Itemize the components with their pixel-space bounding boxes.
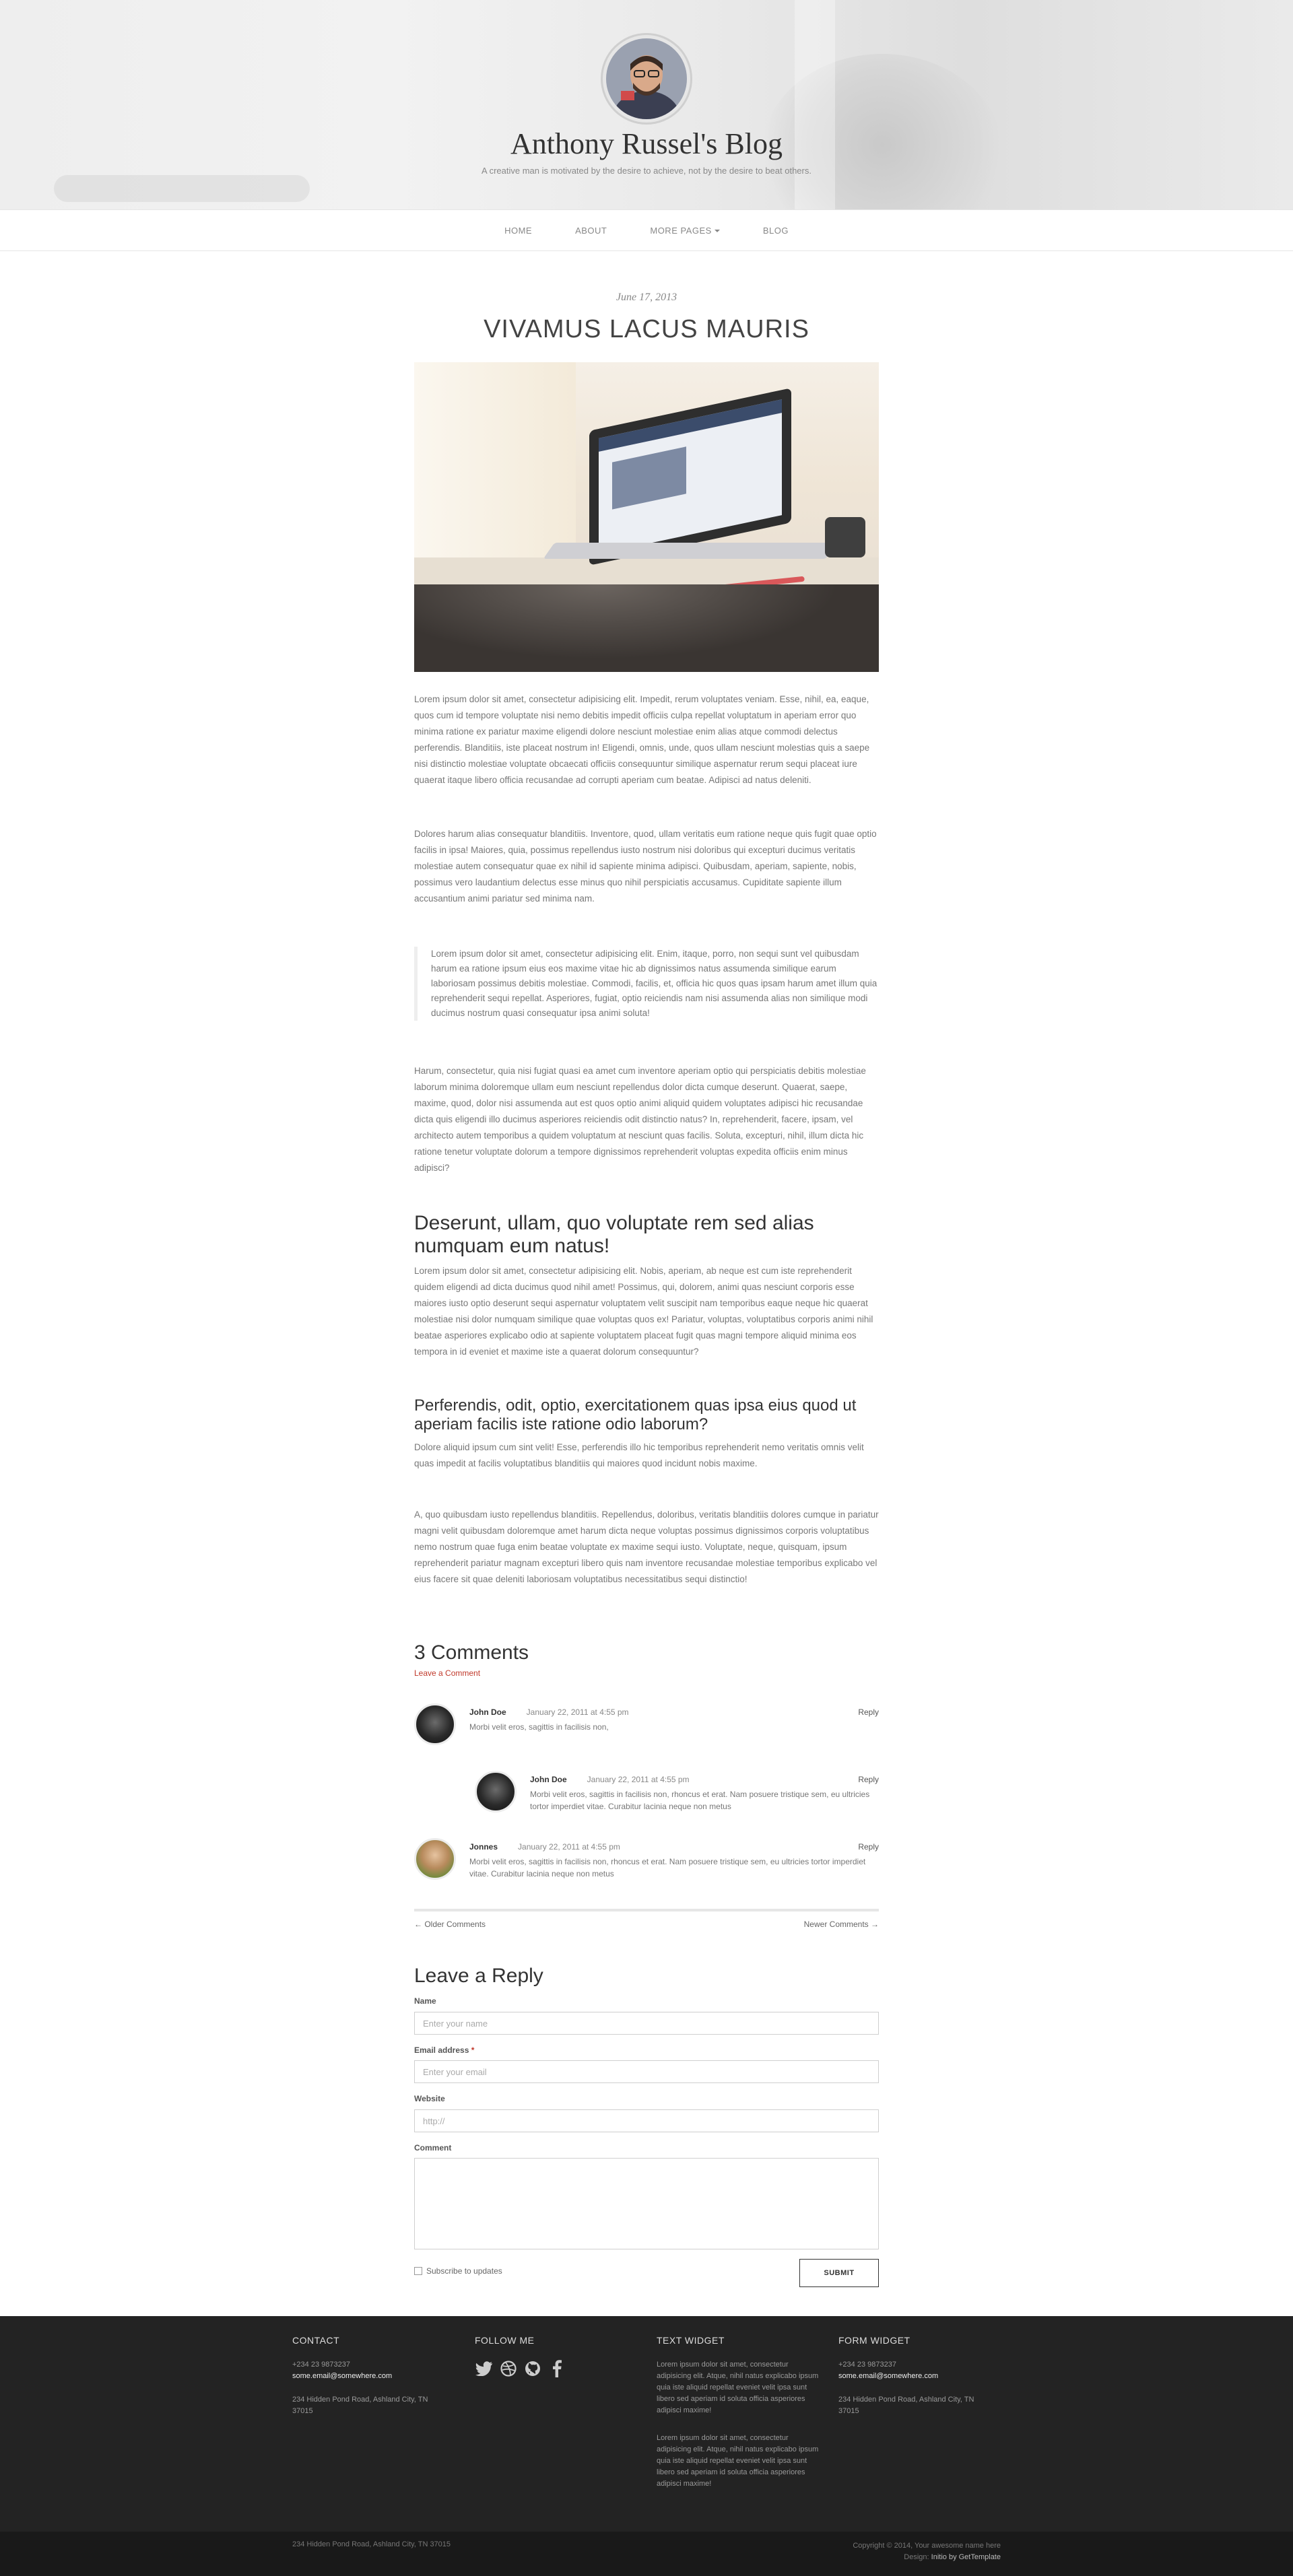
facebook-icon[interactable] — [548, 2359, 566, 2378]
github-icon[interactable] — [523, 2359, 542, 2378]
email-field[interactable] — [414, 2060, 879, 2083]
comments-title: 3 Comments — [414, 1641, 529, 1664]
subscribe-label: Subscribe to updates — [426, 2266, 502, 2276]
footer-form-widget-title: FORM WIDGET — [838, 2335, 910, 2346]
footer-form-widget: FORM WIDGET +234 23 9873237 some.email@s… — [838, 2335, 1007, 2417]
comment: John Doe January 22, 2011 at 4:55 pm Reply… — [414, 1703, 879, 1745]
footer-contact: CONTACT +234 23 9873237 some.email@somew… — [292, 2335, 461, 2417]
twitter-icon[interactable] — [475, 2359, 494, 2378]
leave-comment-link[interactable]: Leave a Comment — [414, 1668, 480, 1678]
email-label-text: Email address — [414, 2045, 469, 2055]
author-photo — [606, 38, 687, 119]
form-widget-phone: +234 23 9873237 — [838, 2361, 896, 2369]
blog-tagline: A creative man is motivated by the desir… — [482, 166, 811, 176]
nav-more-pages-label: MORE PAGES — [650, 225, 712, 236]
avatar — [414, 1703, 456, 1745]
comment-author[interactable]: John Doe — [530, 1775, 567, 1784]
text-widget-paragraph: Lorem ipsum dolor sit amet, consectetur … — [657, 2361, 819, 2414]
post-subheading: Perferendis, odit, optio, exercitationem… — [414, 1396, 857, 1433]
design-brand-link[interactable]: Initio by GetTemplate — [931, 2553, 1001, 2561]
post-subheading: Deserunt, ullam, quo voluptate rem sed a… — [414, 1212, 814, 1257]
nav-more-pages[interactable]: MORE PAGES — [650, 225, 720, 236]
comment-text: Morbi velit eros, sagittis in facilisis … — [530, 1790, 870, 1811]
main-nav: HOME ABOUT MORE PAGES BLOG — [0, 209, 1293, 251]
contact-address: 234 Hidden Pond Road, Ashland City, TN 3… — [292, 2396, 428, 2415]
post-blockquote: Lorem ipsum dolor sit amet, consectetur … — [414, 947, 879, 1021]
comment-textarea[interactable] — [414, 2158, 879, 2249]
reply-link[interactable]: Reply — [858, 1842, 879, 1852]
nav-blog[interactable]: BLOG — [763, 226, 789, 236]
name-label: Name — [414, 1996, 436, 2006]
comment: John Doe January 22, 2011 at 4:55 pm Reply… — [475, 1771, 879, 1812]
comment-text: Morbi velit eros, sagittis in facilisis … — [469, 1857, 866, 1878]
footer-copyright: Copyright © 2014, Your awesome name here… — [853, 2540, 1001, 2563]
text-widget-paragraph: Lorem ipsum dolor sit amet, consectetur … — [657, 2434, 819, 2488]
comment: Jonnes January 22, 2011 at 4:55 pm Reply M… — [414, 1838, 879, 1880]
avatar — [414, 1838, 456, 1880]
footer-text-widget: TEXT WIDGET Lorem ipsum dolor sit amet, … — [657, 2335, 825, 2490]
post-paragraph: Dolore aliquid ipsum cum sint velit! Ess… — [414, 1442, 864, 1468]
post-paragraph: Lorem ipsum dolor sit amet, consectetur … — [414, 1266, 873, 1357]
nav-home[interactable]: HOME — [504, 226, 532, 236]
footer-follow-title: FOLLOW ME — [475, 2335, 535, 2346]
image-chair — [414, 584, 879, 672]
avatar — [475, 1771, 517, 1812]
copyright-text: Copyright © 2014, Your awesome name here — [853, 2542, 1001, 2550]
subscribe-option[interactable]: Subscribe to updates — [414, 2266, 502, 2276]
reply-title: Leave a Reply — [414, 1965, 543, 1987]
website-label: Website — [414, 2094, 445, 2103]
comment-date: January 22, 2011 at 4:55 pm — [526, 1707, 629, 1717]
nav-about[interactable]: ABOUT — [575, 226, 607, 236]
footer-text-widget-title: TEXT WIDGET — [657, 2335, 725, 2346]
image-desk — [414, 557, 879, 584]
contact-phone: +234 23 9873237 — [292, 2361, 350, 2369]
post-paragraph: Dolores harum alias consequatur blanditi… — [414, 829, 877, 904]
dribbble-icon[interactable] — [499, 2359, 518, 2378]
reply-link[interactable]: Reply — [858, 1775, 879, 1784]
footer-follow: FOLLOW ME — [475, 2335, 643, 2378]
comments-pager: ← Older Comments Newer Comments → — [414, 1909, 879, 1929]
image-laptop-base — [543, 543, 838, 559]
footer — [0, 2316, 1293, 2532]
footer-contact-title: CONTACT — [292, 2335, 340, 2346]
post-title[interactable]: VIVAMUS LACUS MAURIS — [414, 315, 879, 344]
website-field[interactable] — [414, 2109, 879, 2132]
form-widget-email[interactable]: some.email@somewhere.com — [838, 2371, 1007, 2382]
reply-link[interactable]: Reply — [858, 1707, 879, 1717]
older-comments-link[interactable]: ← Older Comments — [414, 1920, 486, 1929]
post-paragraph: Harum, consectetur, quia nisi fugiat qua… — [414, 1066, 866, 1173]
comment-date: January 22, 2011 at 4:55 pm — [518, 1842, 620, 1852]
post-paragraph: Lorem ipsum dolor sit amet, consectetur … — [414, 694, 870, 785]
footer-bottom — [0, 2532, 1293, 2576]
image-window — [414, 362, 576, 564]
caret-down-icon — [714, 230, 720, 233]
comment-date: January 22, 2011 at 4:55 pm — [587, 1775, 690, 1784]
submit-button[interactable]: SUBMIT — [799, 2259, 879, 2287]
image-laptop — [589, 388, 791, 566]
subscribe-checkbox[interactable] — [414, 2267, 422, 2275]
name-field[interactable] — [414, 2012, 879, 2035]
comment-author[interactable]: John Doe — [469, 1707, 506, 1717]
background-light — [795, 0, 835, 209]
background-object — [54, 175, 310, 202]
newer-comments-link[interactable]: Newer Comments → — [804, 1920, 879, 1929]
email-label: Email address * — [414, 2045, 474, 2055]
author-avatar[interactable] — [603, 35, 690, 123]
comment-text: Morbi velit eros, sagittis in facilisis … — [469, 1722, 609, 1732]
form-widget-address: 234 Hidden Pond Road, Ashland City, TN 3… — [838, 2396, 974, 2415]
required-marker: * — [471, 2045, 475, 2055]
post-image — [414, 362, 879, 672]
comment-author[interactable]: Jonnes — [469, 1842, 498, 1852]
post-date: June 17, 2013 — [616, 292, 677, 303]
contact-email[interactable]: some.email@somewhere.com — [292, 2371, 461, 2382]
post-paragraph: A, quo quibusdam iusto repellendus bland… — [414, 1510, 879, 1584]
design-prefix: Design: — [904, 2553, 929, 2561]
blog-title[interactable]: Anthony Russel's Blog — [0, 127, 1293, 161]
image-camera — [825, 517, 865, 557]
comment-label: Comment — [414, 2143, 452, 2153]
footer-bottom-address: 234 Hidden Pond Road, Ashland City, TN 3… — [292, 2540, 451, 2548]
social-icons — [475, 2359, 643, 2378]
